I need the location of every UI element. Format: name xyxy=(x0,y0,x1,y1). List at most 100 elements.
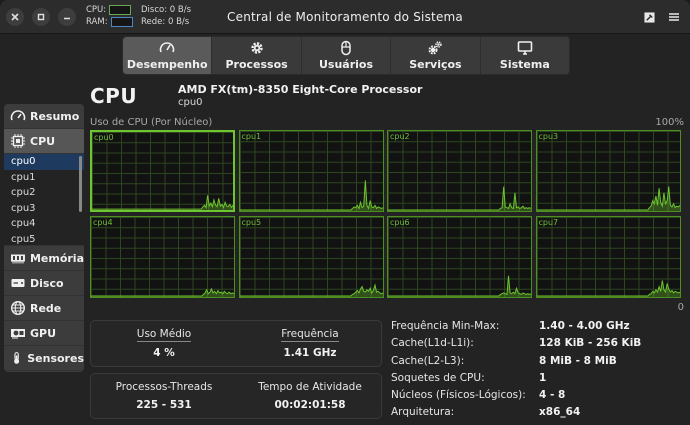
list-item-cpu0[interactable]: cpu0 xyxy=(4,154,84,170)
window-title: Central de Monitoramento do Sistema xyxy=(227,10,463,24)
speedometer-icon xyxy=(10,110,26,121)
thermometer-icon xyxy=(14,352,20,364)
tab-usuarios[interactable]: Usuários xyxy=(302,37,392,74)
sidebar-item-gpu[interactable]: GPU xyxy=(4,321,84,346)
core-graph-cpu0[interactable]: cpu0 xyxy=(90,130,235,212)
uptime-label: Tempo de Atividade xyxy=(258,381,362,393)
sidebar-item-label: GPU xyxy=(30,326,57,340)
core-usage-plot xyxy=(239,180,383,211)
cpu-core-list: cpu0 cpu1 cpu2 cpu3 cpu4 cpu5 xyxy=(4,154,84,246)
tab-usuarios-label: Usuários xyxy=(318,58,374,71)
core-usage-area xyxy=(92,195,233,210)
info-row: Núcleos (Físicos-Lógicos): 4 - 8 xyxy=(391,389,686,406)
core-usage-plot xyxy=(536,186,680,211)
core-graph-cpu4[interactable]: cpu4 xyxy=(90,216,235,298)
gpu-icon xyxy=(11,329,25,339)
process-threads-value: 225 - 531 xyxy=(136,399,192,411)
mouse-icon xyxy=(341,40,351,56)
list-item-cpu4[interactable]: cpu4 xyxy=(4,216,84,232)
info-row: Frequência Min-Max: 1.40 - 4.00 GHz xyxy=(391,320,686,337)
list-item-cpu2[interactable]: cpu2 xyxy=(4,185,84,201)
info-row: Cache(L2-L3): 8 MiB - 8 MiB xyxy=(391,355,686,372)
sidebar-item-label: Sensores xyxy=(27,351,84,365)
process-card: Processos-Threads 225 - 531 Tempo de Ati… xyxy=(90,373,382,419)
core-usage-area xyxy=(388,186,531,211)
title-bar: CPU: RAM: Disco: 0 B/s Rede: 0 B/s Centr… xyxy=(0,0,690,34)
process-threads-label: Processos-Threads xyxy=(115,381,213,393)
hamburger-icon xyxy=(669,13,679,21)
wrench-icon xyxy=(643,11,655,23)
core-graph-cpu6[interactable]: cpu6 xyxy=(387,216,532,298)
info-value: 8 MiB - 8 MiB xyxy=(539,354,617,367)
avg-usage: Uso Médio 4 % xyxy=(91,328,237,359)
info-key: Cache(L2-L3): xyxy=(391,354,465,367)
core-graph-cpu3[interactable]: cpu3 xyxy=(535,130,681,212)
info-row: Arquitetura: x86_64 xyxy=(391,406,686,423)
tab-servicos[interactable]: Serviços xyxy=(391,37,481,74)
sidebar-item-label: CPU xyxy=(30,134,56,148)
core-graph-cpu1[interactable]: cpu1 xyxy=(238,130,384,212)
core-usage-plot xyxy=(536,280,680,297)
core-list-scrollbar[interactable] xyxy=(79,156,82,212)
menu-button[interactable] xyxy=(665,8,683,26)
selected-core: cpu0 xyxy=(178,97,203,108)
frequency-label: Frequência xyxy=(281,328,339,342)
core-usage-line xyxy=(388,186,531,211)
tab-servicos-label: Serviços xyxy=(409,58,462,71)
core-usage-plot xyxy=(91,287,234,297)
sidebar-item-label: Disco xyxy=(30,276,64,290)
chip-icon xyxy=(11,134,25,148)
process-threads: Processos-Threads 225 - 531 xyxy=(91,381,237,411)
info-value: 1 xyxy=(539,371,547,384)
graph-min-label: 0 xyxy=(677,302,684,313)
main-tab-bar: Desempenho Processos Usuários Serviços S… xyxy=(122,36,570,75)
list-item-cpu5[interactable]: cpu5 xyxy=(4,232,84,246)
info-key: Cache(L1d-L1i): xyxy=(391,337,474,350)
info-key: Frequência Min-Max: xyxy=(391,320,500,332)
page-title: CPU xyxy=(90,84,138,108)
sidebar-item-rede[interactable]: Rede xyxy=(4,296,84,321)
sidebar-item-sensores[interactable]: Sensores xyxy=(4,346,84,371)
core-graph-cpu7[interactable]: cpu7 xyxy=(535,216,681,298)
tab-sistema-label: Sistema xyxy=(499,58,550,71)
list-item-cpu3[interactable]: cpu3 xyxy=(4,201,84,217)
core-graph-grid: cpu0 cpu1 cpu2 cpu3 cpu4 cpu5 cpu6 cpu7 xyxy=(90,130,684,300)
gear-icon xyxy=(250,42,263,54)
core-usage-plot xyxy=(388,186,531,211)
core-graph-cpu2[interactable]: cpu2 xyxy=(387,130,532,212)
sidebar-item-resumo[interactable]: Resumo xyxy=(4,104,84,129)
speedometer-icon xyxy=(159,42,175,53)
sidebar-item-memoria[interactable]: Memória xyxy=(4,246,84,271)
globe-icon xyxy=(10,300,26,316)
sidebar-item-disco[interactable]: Disco xyxy=(4,271,84,296)
list-item-cpu1[interactable]: cpu1 xyxy=(4,170,84,186)
uptime: Tempo de Atividade 00:02:01:58 xyxy=(237,381,383,411)
info-row: Cache(L1d-L1i): 128 KiB - 256 KiB xyxy=(391,337,686,354)
sidebar-item-label: Resumo xyxy=(30,109,80,123)
tab-desempenho[interactable]: Desempenho xyxy=(123,37,213,74)
info-key: Soquetes de CPU: xyxy=(391,371,485,384)
cpu-info-table: Frequência Min-Max: 1.40 - 4.00 GHz Cache… xyxy=(391,320,686,424)
info-row: Soquetes de CPU: 1 xyxy=(391,372,686,389)
ram-icon xyxy=(10,254,25,264)
tab-processos[interactable]: Processos xyxy=(212,37,302,74)
graph-max-label: 100% xyxy=(655,117,684,128)
tab-desempenho-label: Desempenho xyxy=(126,58,208,71)
sidebar-item-cpu[interactable]: CPU xyxy=(4,129,84,154)
sidebar: Resumo CPU cpu0 cpu1 cpu2 cpu3 cpu4 cpu5… xyxy=(4,104,84,372)
cpu-model: AMD FX(tm)-8350 Eight-Core Processor xyxy=(178,83,423,96)
core-graph-cpu5[interactable]: cpu5 xyxy=(238,216,384,298)
usage-card: Uso Médio 4 % Frequência 1.41 GHz xyxy=(90,320,382,367)
avg-usage-label: Uso Médio xyxy=(136,328,192,342)
avg-usage-value: 4 % xyxy=(153,347,175,359)
tab-sistema[interactable]: Sistema xyxy=(481,37,569,74)
core-usage-plot xyxy=(388,275,531,297)
info-value: 1.40 - 4.00 GHz xyxy=(539,320,630,332)
app-window: CPU: RAM: Disco: 0 B/s Rede: 0 B/s Centr… xyxy=(0,0,690,425)
sidebar-item-label: Memória xyxy=(29,251,84,265)
frequency: Frequência 1.41 GHz xyxy=(237,328,383,359)
info-key: Núcleos (Físicos-Lógicos): xyxy=(391,389,526,402)
tab-processos-label: Processos xyxy=(225,58,288,71)
tools-button[interactable] xyxy=(640,8,658,26)
info-value: x86_64 xyxy=(539,406,581,419)
